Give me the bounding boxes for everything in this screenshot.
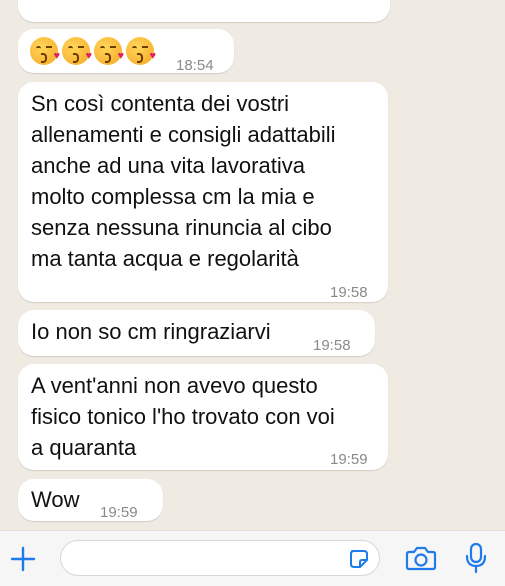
kissing-face-with-heart-icon: ♥: [94, 37, 124, 65]
emoji-row: ♥ ♥ ♥ ♥: [30, 37, 156, 65]
message-bubble: Io non so cm ringraziarvi 19:58: [18, 310, 375, 356]
message-bubble: A vent'anni non avevo questo fisico toni…: [18, 364, 388, 470]
message-bubble-emoji: ♥ ♥ ♥ ♥ 18:54: [18, 29, 234, 74]
message-timestamp: 19:58: [313, 337, 351, 354]
chat-area[interactable]: ♥ ♥ ♥ ♥ 18:54 Sn così contenta dei vostr…: [0, 0, 505, 530]
message-text: Sn così contenta dei vostri allenamenti …: [31, 91, 336, 271]
kissing-face-with-heart-icon: ♥: [62, 37, 92, 65]
message-bubble-partial: [18, 0, 390, 22]
kissing-face-with-heart-icon: ♥: [30, 37, 60, 65]
message-text: Wow: [31, 487, 80, 512]
message-timestamp: 18:54: [176, 57, 214, 74]
message-bubble: Sn così contenta dei vostri allenamenti …: [18, 82, 388, 302]
message-text: Io non so cm ringraziarvi: [31, 319, 271, 344]
plus-icon[interactable]: [6, 542, 40, 576]
message-timestamp: 19:58: [330, 284, 368, 301]
kissing-face-with-heart-icon: ♥: [126, 37, 156, 65]
message-bubble: Wow 19:59: [18, 479, 163, 521]
camera-icon[interactable]: [404, 543, 438, 573]
sticker-icon[interactable]: [347, 547, 371, 571]
message-timestamp: 19:59: [100, 504, 138, 521]
composer-bar: [0, 530, 505, 586]
message-input[interactable]: [60, 540, 380, 576]
microphone-icon[interactable]: [462, 541, 490, 575]
message-timestamp: 19:59: [330, 451, 368, 468]
